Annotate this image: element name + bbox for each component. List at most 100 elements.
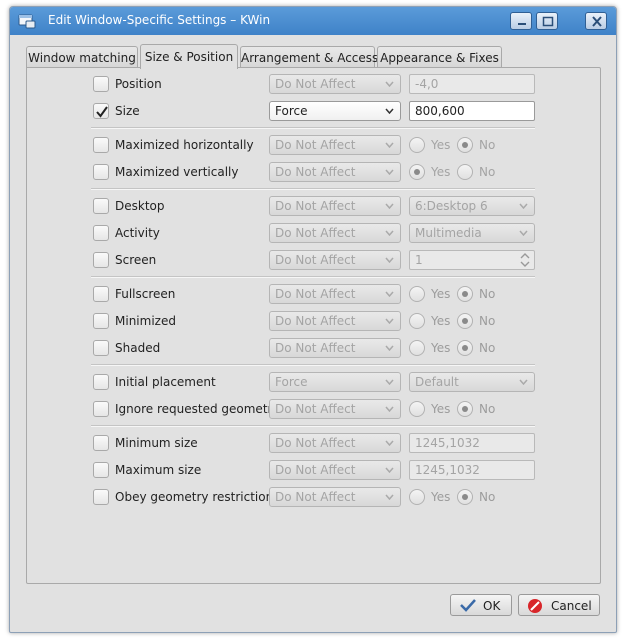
tab-size-position[interactable]: Size & Position xyxy=(140,44,238,69)
row-desktop: Desktop Do Not Affect 6:Desktop 6 xyxy=(27,195,600,217)
position-checkbox[interactable] xyxy=(93,76,109,92)
fullscreen-yes-radio[interactable] xyxy=(409,286,425,302)
max-horizontal-policy-select[interactable]: Do Not Affect xyxy=(269,135,401,155)
activity-checkbox[interactable] xyxy=(93,225,109,241)
position-policy-select[interactable]: Do Not Affect xyxy=(269,74,401,94)
shaded-yes-label: Yes xyxy=(431,341,451,355)
obey-geometry-yes-radio[interactable] xyxy=(409,489,425,505)
desktop-value-select[interactable]: 6:Desktop 6 xyxy=(409,196,535,216)
desktop-policy-select[interactable]: Do Not Affect xyxy=(269,196,401,216)
obey-geometry-no-radio[interactable] xyxy=(457,489,473,505)
max-horizontal-no-label: No xyxy=(479,138,496,152)
tab-window-matching[interactable]: Window matching xyxy=(26,46,138,68)
chevron-down-icon xyxy=(385,108,394,114)
initial-placement-policy-select[interactable]: Force xyxy=(269,372,401,392)
ignore-geometry-label: Ignore requested geometry xyxy=(115,402,280,416)
shaded-checkbox[interactable] xyxy=(93,340,109,356)
window-app-icon xyxy=(18,14,36,29)
size-position-panel: Position Do Not Affect -4,0 Size Force 8… xyxy=(26,67,601,584)
row-position: Position Do Not Affect -4,0 xyxy=(27,73,600,95)
row-maximized-horizontally: Maximized horizontally Do Not Affect Yes… xyxy=(27,134,600,156)
ignore-geometry-no-radio[interactable] xyxy=(457,401,473,417)
screen-spinbox[interactable]: 1 xyxy=(409,250,535,270)
fullscreen-no-radio[interactable] xyxy=(457,286,473,302)
chevron-down-icon xyxy=(519,203,528,209)
size-checkbox[interactable] xyxy=(93,103,109,119)
minimized-no-radio[interactable] xyxy=(457,313,473,329)
separator xyxy=(91,425,535,427)
row-fullscreen: Fullscreen Do Not Affect Yes No xyxy=(27,283,600,305)
fullscreen-no-label: No xyxy=(479,287,496,301)
fullscreen-checkbox[interactable] xyxy=(93,286,109,302)
initial-placement-value-select[interactable]: Default xyxy=(409,372,535,392)
ignore-geometry-yes-label: Yes xyxy=(431,402,451,416)
ignore-geometry-no-label: No xyxy=(479,402,496,416)
obey-geometry-yes-label: Yes xyxy=(431,490,451,504)
max-vertical-policy-select[interactable]: Do Not Affect xyxy=(269,162,401,182)
shaded-yes-radio[interactable] xyxy=(409,340,425,356)
chevron-down-icon xyxy=(385,169,394,175)
min-size-value-field[interactable]: 1245,1032 xyxy=(409,433,535,453)
close-button[interactable] xyxy=(585,12,607,30)
max-size-value-field[interactable]: 1245,1032 xyxy=(409,460,535,480)
max-horizontal-no-radio[interactable] xyxy=(457,137,473,153)
chevron-down-icon xyxy=(385,81,394,87)
max-vertical-yes-radio[interactable] xyxy=(409,164,425,180)
checkmark-icon xyxy=(96,106,108,118)
cancel-button[interactable]: Cancel xyxy=(518,594,600,616)
fullscreen-policy-select[interactable]: Do Not Affect xyxy=(269,284,401,304)
ignore-geometry-checkbox[interactable] xyxy=(93,401,109,417)
fullscreen-yes-label: Yes xyxy=(431,287,451,301)
size-value-field[interactable]: 800,600 xyxy=(409,101,535,121)
activity-policy-select[interactable]: Do Not Affect xyxy=(269,223,401,243)
row-maximum-size: Maximum size Do Not Affect 1245,1032 xyxy=(27,459,600,481)
shaded-no-label: No xyxy=(479,341,496,355)
ignore-geometry-policy-select[interactable]: Do Not Affect xyxy=(269,399,401,419)
shaded-no-radio[interactable] xyxy=(457,340,473,356)
row-size: Size Force 800,600 xyxy=(27,100,600,122)
max-horizontal-yes-label: Yes xyxy=(431,138,451,152)
fullscreen-label: Fullscreen xyxy=(115,287,176,301)
chevron-down-icon xyxy=(385,379,394,385)
tab-appearance-fixes[interactable]: Appearance & Fixes xyxy=(377,46,502,68)
row-maximized-vertically: Maximized vertically Do Not Affect Yes N… xyxy=(27,161,600,183)
ok-button[interactable]: OK xyxy=(450,594,512,616)
minimized-yes-radio[interactable] xyxy=(409,313,425,329)
spin-updown-icon[interactable] xyxy=(520,253,530,267)
separator xyxy=(91,364,535,366)
max-vertical-checkbox[interactable] xyxy=(93,164,109,180)
title-bar[interactable]: Edit Window-Specific Settings – KWin xyxy=(10,7,616,35)
activity-value-select[interactable]: Multimedia xyxy=(409,223,535,243)
minimized-policy-select[interactable]: Do Not Affect xyxy=(269,311,401,331)
maximize-button[interactable] xyxy=(536,12,558,30)
desktop-checkbox[interactable] xyxy=(93,198,109,214)
obey-geometry-policy-select[interactable]: Do Not Affect xyxy=(269,487,401,507)
row-activity: Activity Do Not Affect Multimedia xyxy=(27,222,600,244)
size-policy-select[interactable]: Force xyxy=(269,101,401,121)
shaded-policy-select[interactable]: Do Not Affect xyxy=(269,338,401,358)
min-size-checkbox[interactable] xyxy=(93,435,109,451)
maximize-icon xyxy=(542,16,554,27)
max-vertical-yes-label: Yes xyxy=(431,165,451,179)
max-horizontal-yes-radio[interactable] xyxy=(409,137,425,153)
chevron-down-icon xyxy=(385,142,394,148)
ignore-geometry-yes-radio[interactable] xyxy=(409,401,425,417)
chevron-down-icon xyxy=(385,406,394,412)
position-value-field[interactable]: -4,0 xyxy=(409,74,535,94)
row-shaded: Shaded Do Not Affect Yes No xyxy=(27,337,600,359)
chevron-down-icon xyxy=(385,257,394,263)
max-vertical-no-radio[interactable] xyxy=(457,164,473,180)
chevron-down-icon xyxy=(385,467,394,473)
minimized-checkbox[interactable] xyxy=(93,313,109,329)
minimize-button[interactable] xyxy=(510,12,532,30)
initial-placement-checkbox[interactable] xyxy=(93,374,109,390)
min-size-policy-select[interactable]: Do Not Affect xyxy=(269,433,401,453)
max-size-policy-select[interactable]: Do Not Affect xyxy=(269,460,401,480)
max-horizontal-checkbox[interactable] xyxy=(93,137,109,153)
screen-policy-select[interactable]: Do Not Affect xyxy=(269,250,401,270)
obey-geometry-checkbox[interactable] xyxy=(93,489,109,505)
tab-arrangement-access[interactable]: Arrangement & Access xyxy=(240,46,378,68)
max-horizontal-label: Maximized horizontally xyxy=(115,138,254,152)
max-size-checkbox[interactable] xyxy=(93,462,109,478)
screen-checkbox[interactable] xyxy=(93,252,109,268)
